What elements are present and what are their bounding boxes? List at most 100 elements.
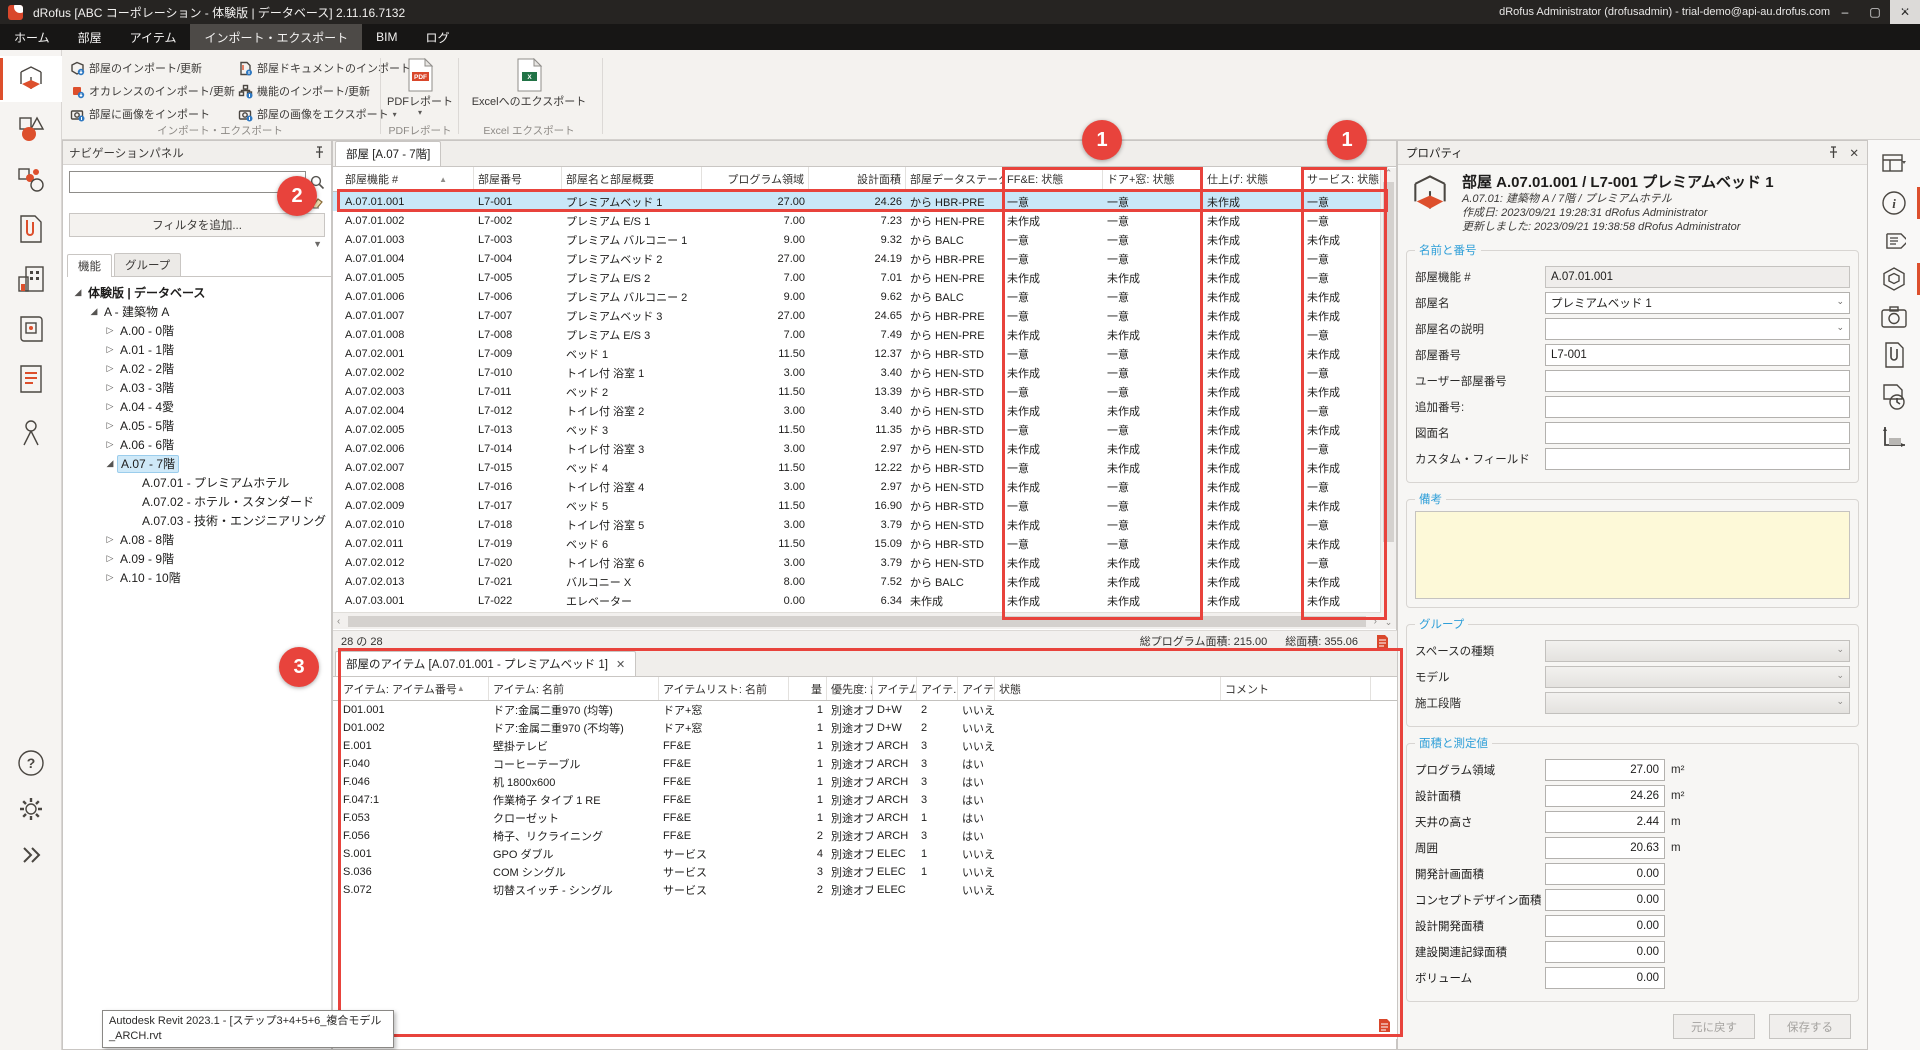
area-value-input[interactable]: 27.00 (1545, 759, 1665, 781)
undo-button[interactable]: 元に戻す (1673, 1014, 1755, 1039)
tree-node[interactable]: ▷ A.06 - 6階 (65, 435, 329, 454)
tree-node[interactable]: ▷ A.00 - 0階 (65, 321, 329, 340)
add-filter-button[interactable]: フィルタを追加... (69, 213, 325, 237)
info-tab-icon[interactable]: i (1868, 186, 1920, 220)
menu-item[interactable]: インポート・エクスポート (190, 24, 362, 50)
tree-node[interactable]: ▷ A.09 - 9階 (65, 549, 329, 568)
tree-expander-icon[interactable]: ▷ (103, 553, 117, 564)
room-table-row[interactable]: A.07.02.002L7-010 トイレ付 浴室 13.00 3.40から H… (333, 363, 1396, 382)
tree-expander-icon[interactable]: ◢ (71, 287, 85, 298)
settings-gear-icon[interactable] (0, 786, 62, 832)
room-table-row[interactable]: A.07.02.011L7-019 ベッド 611.50 15.09から HBR… (333, 534, 1396, 553)
maximize-button[interactable]: ▢ (1860, 0, 1890, 24)
rooms-tab[interactable]: 部屋 [A.07 - 7階] (335, 141, 441, 166)
images-tab-icon[interactable] (1868, 300, 1920, 334)
column-header-designed-area[interactable]: 設計面積 (809, 167, 906, 191)
item-table-row[interactable]: F.056椅子、リクライニング FF&E2 別途オブ...ARCH 3はい (333, 827, 1397, 845)
bim-model-tab-icon[interactable] (1868, 262, 1920, 296)
scroll-right-icon[interactable]: › (1370, 616, 1381, 627)
tree-node[interactable]: ▷ A.05 - 5階 (65, 416, 329, 435)
tree-node-label[interactable]: A.07.03 - 技術・エンジニアリング (139, 513, 329, 529)
item-table-row[interactable]: D01.001ドア:金属二重970 (均等) ドア+窓1 別途オブ...D+W … (333, 701, 1397, 719)
tree-node[interactable]: ▷ A.10 - 10階 (65, 568, 329, 587)
room-table-row[interactable]: A.07.01.008L7-008 プレミアム E/S 37.00 7.49から… (333, 325, 1396, 344)
room-table-row[interactable]: A.07.01.002L7-002 プレミアム E/S 17.00 7.23から… (333, 211, 1396, 230)
room-items-tab[interactable]: 部屋のアイテム [A.07.01.001 - プレミアムベッド 1] ✕ (335, 651, 636, 676)
column-header-door-window-status[interactable]: ドア+窓: 状態 (1103, 167, 1203, 191)
area-value-input[interactable]: 0.00 (1545, 915, 1665, 937)
tree-node-label[interactable]: A.06 - 6階 (117, 437, 177, 453)
nav-tab[interactable]: 機能 (67, 254, 112, 277)
column-header-room-number[interactable]: 部屋番号 (474, 167, 562, 191)
tree-node-label[interactable]: 体験版 | データベース (85, 285, 208, 301)
field-dropdown[interactable] (1545, 666, 1850, 688)
field-dropdown[interactable] (1545, 640, 1850, 662)
pdf-report-button[interactable]: PDF PDFレポート ▾ (384, 58, 456, 132)
room-table-row[interactable]: A.07.01.004L7-004 プレミアムベッド 227.00 24.19か… (333, 249, 1396, 268)
import-room-images-button[interactable]: 部屋に画像をインポート (70, 104, 210, 124)
import-occurrences-button[interactable]: オカレンスのインポート/更新 (70, 81, 235, 101)
room-table-row[interactable]: A.07.01.006L7-006 プレミアム バルコニー 29.00 9.62… (333, 287, 1396, 306)
scrollbar-thumb[interactable] (1383, 182, 1394, 542)
item-table-row[interactable]: S.072切替スイッチ - シングル サービス2 別途オブ...ELEC いいえ (333, 881, 1397, 899)
room-table-row[interactable]: A.07.01.001L7-001 プレミアムベッド 127.00 24.26か… (333, 192, 1396, 211)
field-input[interactable]: L7-001 (1545, 344, 1850, 366)
tree-expander-icon[interactable]: ▷ (103, 534, 117, 545)
reports-module-icon[interactable] (0, 356, 62, 402)
column-header-room-name[interactable]: 部屋名と部屋概要 (562, 167, 702, 191)
tree-node[interactable]: ▷ A.01 - 1階 (65, 340, 329, 359)
field-input[interactable]: A.07.01.001 (1545, 266, 1850, 288)
tree-node-label[interactable]: A.05 - 5階 (117, 418, 177, 434)
tree-node-label[interactable]: A.07.01 - プレミアムホテル (139, 475, 292, 491)
tree-node[interactable]: ▷ A.02 - 2階 (65, 359, 329, 378)
attachments-tab-icon[interactable] (1868, 338, 1920, 372)
tree-node-label[interactable]: A.07.02 - ホテル・スタンダード (139, 494, 317, 510)
field-input[interactable] (1545, 370, 1850, 392)
item-table-row[interactable]: F.040コーヒーテーブル FF&E1 別途オブ...ARCH 3はい (333, 755, 1397, 773)
tab-close-icon[interactable]: ✕ (616, 658, 625, 671)
expand-sidebar-chevrons-icon[interactable] (0, 832, 62, 878)
help-icon[interactable]: ? (0, 740, 62, 786)
column-header-service-status[interactable]: サービス: 状態 (1303, 167, 1388, 191)
tree-node-label[interactable]: A.02 - 2階 (117, 361, 177, 377)
field-input[interactable] (1545, 422, 1850, 444)
occurrences-module-icon[interactable] (0, 156, 62, 202)
area-value-input[interactable]: 0.00 (1545, 889, 1665, 911)
field-input[interactable] (1545, 396, 1850, 418)
area-value-input[interactable]: 0.00 (1545, 941, 1665, 963)
import-rooms-button[interactable]: 部屋のインポート/更新 (70, 58, 202, 78)
buildings-module-icon[interactable] (0, 256, 62, 302)
tree-node[interactable]: A.07.03 - 技術・エンジニアリング (65, 511, 329, 530)
room-table-row[interactable]: A.07.02.012L7-020 トイレ付 浴室 63.00 3.79から H… (333, 553, 1396, 572)
column-header-item-extra2[interactable]: アイテ... (917, 677, 958, 700)
field-input[interactable]: プレミアムベッド 1 (1545, 292, 1850, 314)
room-table-row[interactable]: A.07.02.009L7-017 ベッド 511.50 16.90から HBR… (333, 496, 1396, 515)
measurements-tab-icon[interactable] (1868, 420, 1920, 454)
menu-item[interactable]: アイテム (116, 24, 191, 50)
room-table-row[interactable]: A.07.02.003L7-011 ベッド 211.50 13.39から HBR… (333, 382, 1396, 401)
room-table-row[interactable]: A.07.02.013L7-021 バルコニー X8.00 7.52から BAL… (333, 572, 1396, 591)
nav-tab[interactable]: グループ (114, 253, 181, 276)
tree-node-label[interactable]: A.03 - 3階 (117, 380, 177, 396)
room-table-row[interactable]: A.07.01.007L7-007 プレミアムベッド 327.00 24.65か… (333, 306, 1396, 325)
ribbon-collapse-chevron-icon[interactable]: ⌃ (1900, 0, 1910, 26)
room-table-row[interactable]: A.07.03.001L7-022 エレベーター0.00 6.34未作成 未作成… (333, 591, 1396, 610)
tree-node[interactable]: ▷ A.08 - 8階 (65, 530, 329, 549)
admin-module-icon[interactable] (0, 410, 62, 456)
report-icon[interactable] (1376, 634, 1389, 649)
tree-node-label[interactable]: A.08 - 8階 (117, 532, 177, 548)
area-value-input[interactable]: 0.00 (1545, 863, 1665, 885)
area-value-input[interactable]: 24.26 (1545, 785, 1665, 807)
tree-expander-icon[interactable]: ◢ (103, 458, 117, 469)
tree-expander-icon[interactable]: ▷ (103, 344, 117, 355)
tree-expander-icon[interactable]: ▷ (103, 363, 117, 374)
field-dropdown[interactable] (1545, 692, 1850, 714)
scroll-left-icon[interactable]: ‹ (333, 616, 344, 627)
field-input[interactable] (1545, 448, 1850, 470)
area-value-input[interactable]: 20.63 (1545, 837, 1665, 859)
minimize-button[interactable]: – (1830, 0, 1860, 24)
tree-expander-icon[interactable]: ▷ (103, 401, 117, 412)
menu-item[interactable]: 部屋 (64, 24, 116, 50)
scroll-down-icon[interactable]: ⌄ (1381, 617, 1396, 628)
column-header-function-number[interactable]: 部屋機能 #▲ (341, 167, 474, 191)
